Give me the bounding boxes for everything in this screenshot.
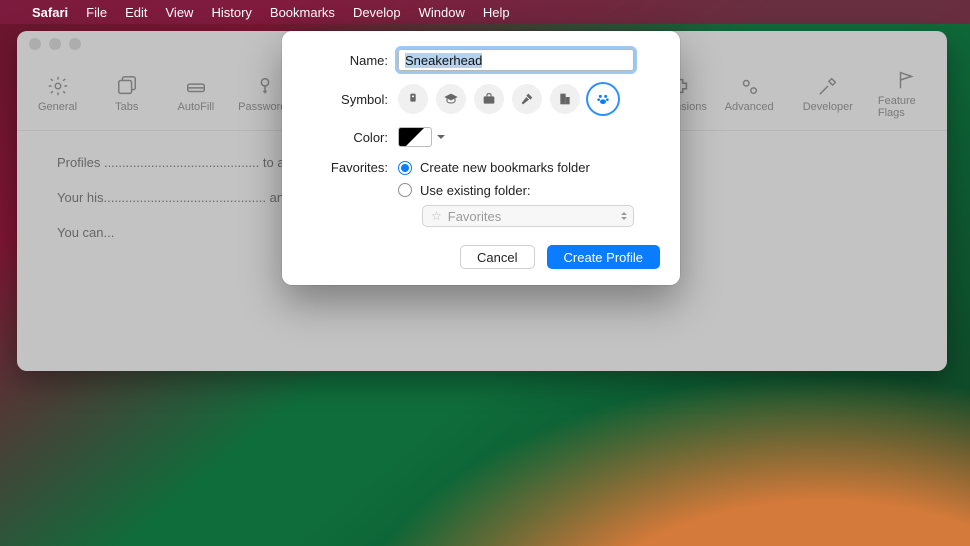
- profile-name-input[interactable]: [398, 49, 634, 71]
- menu-bookmarks[interactable]: Bookmarks: [270, 5, 335, 20]
- tab-label: Advanced: [725, 101, 774, 113]
- wrench-icon: [817, 75, 839, 97]
- symbol-hammer[interactable]: [512, 84, 542, 114]
- cancel-button[interactable]: Cancel: [460, 245, 534, 269]
- menu-history[interactable]: History: [211, 5, 251, 20]
- create-profile-button[interactable]: Create Profile: [547, 245, 660, 269]
- menu-develop[interactable]: Develop: [353, 5, 401, 20]
- tab-autofill[interactable]: AutoFill: [167, 71, 224, 117]
- tab-label: Tabs: [115, 101, 138, 113]
- favorites-new-radio[interactable]: [398, 161, 412, 175]
- app-menu[interactable]: Safari: [32, 5, 68, 20]
- gear-icon: [47, 75, 69, 97]
- menu-file[interactable]: File: [86, 5, 107, 20]
- favorites-existing-label: Use existing folder:: [420, 183, 531, 198]
- favorites-new-label: Create new bookmarks folder: [420, 160, 590, 175]
- favorites-label: Favorites:: [302, 160, 388, 175]
- menubar: Safari File Edit View History Bookmarks …: [0, 0, 970, 24]
- flag-icon: [895, 69, 917, 91]
- existing-folder-value: Favorites: [448, 209, 501, 224]
- tab-developer[interactable]: Developer: [790, 71, 866, 117]
- symbol-briefcase[interactable]: [474, 84, 504, 114]
- tab-tabs[interactable]: Tabs: [98, 71, 155, 117]
- tab-general[interactable]: General: [29, 71, 86, 117]
- symbol-graduation[interactable]: [436, 84, 466, 114]
- name-label: Name:: [302, 53, 388, 68]
- graduation-cap-icon: [443, 91, 459, 107]
- create-profile-sheet: Name: Symbol: Color:: [282, 31, 680, 285]
- symbol-badge[interactable]: [398, 84, 428, 114]
- tab-label: General: [38, 101, 77, 113]
- hammer-icon: [519, 91, 535, 107]
- building-icon: [557, 91, 573, 107]
- badge-icon: [405, 91, 421, 107]
- menu-window[interactable]: Window: [419, 5, 465, 20]
- stepper-icon: [621, 209, 627, 223]
- briefcase-icon: [481, 91, 497, 107]
- tab-label: AutoFill: [178, 101, 215, 113]
- tabs-icon: [116, 75, 138, 97]
- pencil-icon: [185, 75, 207, 97]
- existing-folder-select: ☆ Favorites: [422, 205, 634, 227]
- gears-icon: [738, 75, 760, 97]
- tab-feature-flags[interactable]: Feature Flags: [878, 65, 935, 123]
- symbol-label: Symbol:: [302, 92, 388, 107]
- paw-icon: [595, 91, 611, 107]
- tab-advanced[interactable]: Advanced: [721, 71, 778, 117]
- cancel-button-label: Cancel: [477, 250, 517, 265]
- symbol-paw[interactable]: [588, 84, 618, 114]
- star-icon: ☆: [431, 209, 442, 223]
- tab-label: Feature Flags: [878, 95, 935, 119]
- color-label: Color:: [302, 130, 388, 145]
- profile-color-picker[interactable]: [398, 127, 432, 147]
- create-profile-button-label: Create Profile: [564, 250, 643, 265]
- key-icon: [254, 75, 276, 97]
- tab-label: Developer: [803, 101, 853, 113]
- symbol-building[interactable]: [550, 84, 580, 114]
- favorites-existing-radio[interactable]: [398, 183, 412, 197]
- menu-edit[interactable]: Edit: [125, 5, 147, 20]
- menu-view[interactable]: View: [166, 5, 194, 20]
- menu-help[interactable]: Help: [483, 5, 510, 20]
